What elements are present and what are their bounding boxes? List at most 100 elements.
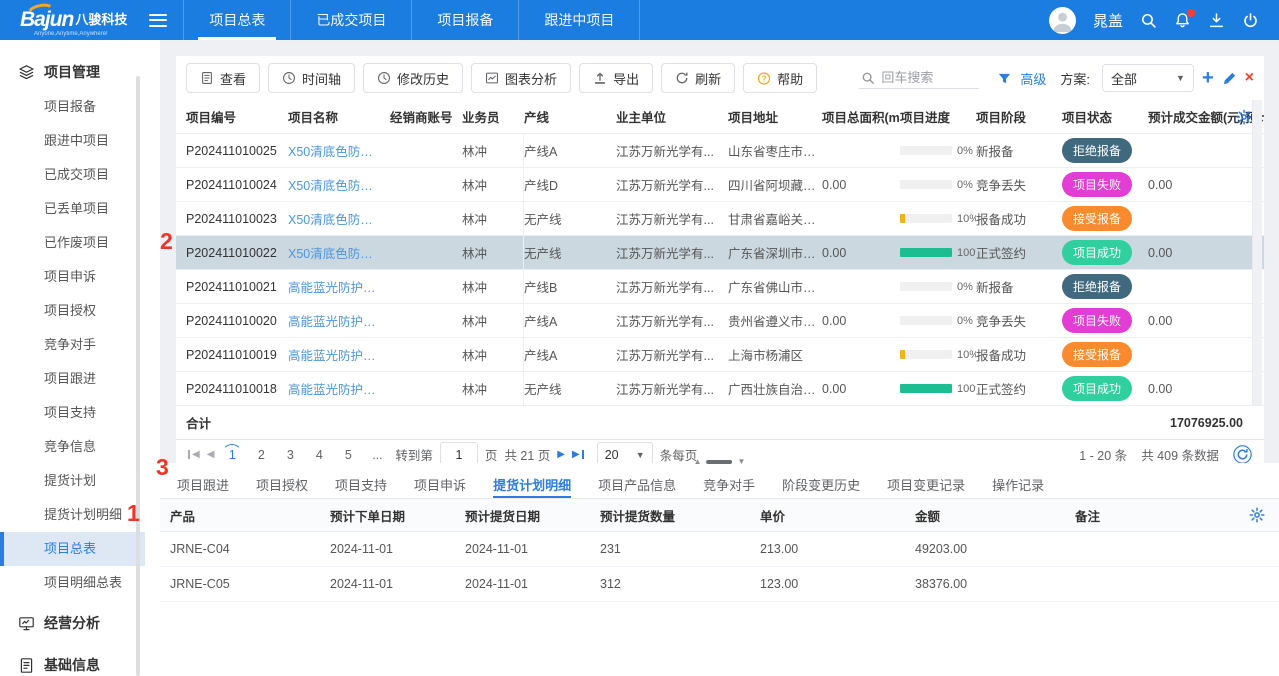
edit-scheme-icon[interactable] [1222,71,1237,86]
username[interactable]: 晁盖 [1093,10,1123,31]
cell-name[interactable]: 高能蓝光防护镜片采购... [288,311,390,330]
clock-icon [282,71,296,85]
cell-progress: 100% [900,383,976,395]
column-header-progress[interactable]: 项目进度 [900,107,976,126]
detail-table-header: 产品预计下单日期预计提货日期预计提货数量单价金额备注 [160,499,1279,532]
detail-tab-操作记录[interactable]: 操作记录 [992,475,1044,498]
detail-column-header-预计下单日期[interactable]: 预计下单日期 [330,506,465,525]
cell-name[interactable]: 高能蓝光防护镜片采购... [288,277,390,296]
sidebar-item-项目总表[interactable]: 项目总表 [0,532,145,566]
add-scheme-icon[interactable]: + [1202,71,1214,86]
progress-bar [900,180,952,189]
table-row[interactable]: P202411010019高能蓝光防护镜片采购...林冲产线A江苏万新光学有..… [176,338,1264,372]
detail-column-header-预计提货日期[interactable]: 预计提货日期 [465,506,600,525]
column-header-salesman[interactable]: 业务员 [462,107,524,126]
table-row[interactable]: P202411010023X50清底色防蓝光镜片...林冲无产线江苏万新光学有.… [176,202,1264,236]
cell-salesman: 林冲 [462,304,524,337]
detail-column-header-预计提货数量[interactable]: 预计提货数量 [600,506,760,525]
帮助-button[interactable]: ?帮助 [743,63,817,93]
table-row[interactable]: P202411010025X50清底色防蓝光镜片...林冲产线A江苏万新光学有.… [176,134,1264,168]
cell-name[interactable]: 高能蓝光防护镜片采购... [288,345,390,364]
column-header-address[interactable]: 项目地址 [728,107,822,126]
detail-column-settings-gear-icon[interactable] [1249,507,1265,523]
sidebar-scrollbar[interactable] [136,76,140,676]
cell-owner: 江苏万新光学有... [616,277,728,296]
detail-tab-竞争对手[interactable]: 竞争对手 [703,475,755,498]
cell-id: P202411010024 [186,178,288,192]
column-header-id[interactable]: 项目编号 [186,107,288,126]
table-row[interactable]: P202411010022X50清底色防蓝光镜片...林冲无产线江苏万新光学有.… [176,236,1264,270]
refresh-data-icon[interactable] [1233,445,1252,464]
menu-toggle-icon[interactable] [149,14,167,27]
cell-name[interactable]: X50清底色防蓝光镜片... [288,209,390,228]
查看-button[interactable]: 查看 [186,63,260,93]
nav-tab-1[interactable]: 项目总表 [183,0,290,40]
nav-tab-2[interactable]: 已成交项目 [290,0,411,40]
avatar[interactable] [1049,7,1076,34]
时间轴-button[interactable]: 时间轴 [268,63,355,93]
detail-table-row[interactable]: JRNE-C042024-11-012024-11-01231213.00492… [160,532,1279,567]
table-row[interactable]: P202411010021高能蓝光防护镜片采购...林冲产线B江苏万新光学有..… [176,270,1264,304]
bell-icon[interactable] [1174,12,1191,29]
search-icon[interactable] [1140,12,1157,29]
detail-tab-阶段变更历史[interactable]: 阶段变更历史 [782,475,860,498]
cell-line: 产线D [524,175,616,194]
cell-name[interactable]: X50清底色防蓝光镜片... [288,243,390,262]
search-input[interactable] [881,70,977,85]
图表分析-button[interactable]: 图表分析 [471,63,571,93]
cell-name[interactable]: X50清底色防蓝光镜片... [288,141,390,160]
delete-scheme-icon[interactable]: × [1245,69,1254,87]
table-vertical-scrollbar[interactable] [1252,100,1262,405]
column-header-dealer[interactable]: 经销商账号 [390,107,462,126]
button-label: 图表分析 [505,69,557,88]
detail-tab-提货计划明细[interactable]: 提货计划明细 [493,475,571,498]
导出-button[interactable]: 导出 [579,63,653,93]
collapse-up-icon[interactable]: ▲ [694,457,702,466]
column-header-line[interactable]: 产线 [524,107,616,126]
table-row[interactable]: P202411010020高能蓝光防护镜片采购...林冲产线A江苏万新光学有..… [176,304,1264,338]
cell-name[interactable]: X50清底色防蓝光镜片... [288,175,390,194]
修改历史-button[interactable]: 修改历史 [363,63,463,93]
column-header-stage[interactable]: 项目阶段 [976,107,1062,126]
nav-tab-3[interactable]: 项目报备 [411,0,518,40]
column-header-status[interactable]: 项目状态 [1062,107,1148,126]
download-icon[interactable] [1208,12,1225,29]
detail-column-header-金额[interactable]: 金额 [915,506,1075,525]
app-logo[interactable]: Bajun 八骏科技 Anyone,Anytime,Anywhere! [0,0,141,40]
table-row[interactable]: P202411010018高能蓝光防护镜片采购...林冲无产线江苏万新光学有..… [176,372,1264,406]
detail-tab-项目支持[interactable]: 项目支持 [335,475,387,498]
panel-splitter-handle[interactable]: ▲▼ [694,457,746,466]
detail-column-header-产品[interactable]: 产品 [170,506,330,525]
collapse-down-icon[interactable]: ▼ [738,457,746,466]
cell-status: 项目成功 [1062,240,1148,265]
prev-page-button[interactable]: ◀ [207,449,215,460]
scheme-select[interactable]: 全部 ▼ [1102,64,1194,92]
column-header-name[interactable]: 项目名称 [288,107,390,126]
detail-column-header-单价[interactable]: 单价 [760,506,915,525]
advanced-filter-link[interactable]: 高级 [1020,69,1046,88]
cell-owner: 江苏万新光学有... [616,311,728,330]
page-size-value: 20 [605,448,619,462]
cell-stage: 新报备 [976,141,1062,160]
column-settings-gear-icon[interactable] [1236,109,1252,125]
column-header-owner[interactable]: 业主单位 [616,107,728,126]
detail-table-row[interactable]: JRNE-C052024-11-012024-11-01312123.00383… [160,567,1279,602]
刷新-button[interactable]: 刷新 [661,63,735,93]
detail-tab-项目变更记录[interactable]: 项目变更记录 [887,475,965,498]
column-header-area[interactable]: 项目总面积(m²) [822,107,900,126]
last-page-button[interactable]: ▶ [572,449,584,460]
detail-tab-项目跟进[interactable]: 项目跟进 [177,475,229,498]
range-text: 1 - 20 条 [1079,445,1127,464]
detail-tab-项目授权[interactable]: 项目授权 [256,475,308,498]
cell-name[interactable]: 高能蓝光防护镜片采购... [288,379,390,398]
nav-tab-4[interactable]: 跟进中项目 [518,0,640,40]
first-page-button[interactable]: ◀ [188,449,200,460]
power-icon[interactable] [1242,12,1259,29]
detail-tab-项目申诉[interactable]: 项目申诉 [414,475,466,498]
cell-id: P202411010019 [186,348,288,362]
column-header-amount[interactable]: 预计成交金额(元) [1148,107,1245,126]
table-row[interactable]: P202411010024X50清底色防蓝光镜片...林冲产线D江苏万新光学有.… [176,168,1264,202]
filter-funnel-icon[interactable] [997,71,1012,86]
next-page-button[interactable]: ▶ [557,449,565,460]
detail-tab-项目产品信息[interactable]: 项目产品信息 [598,475,676,498]
